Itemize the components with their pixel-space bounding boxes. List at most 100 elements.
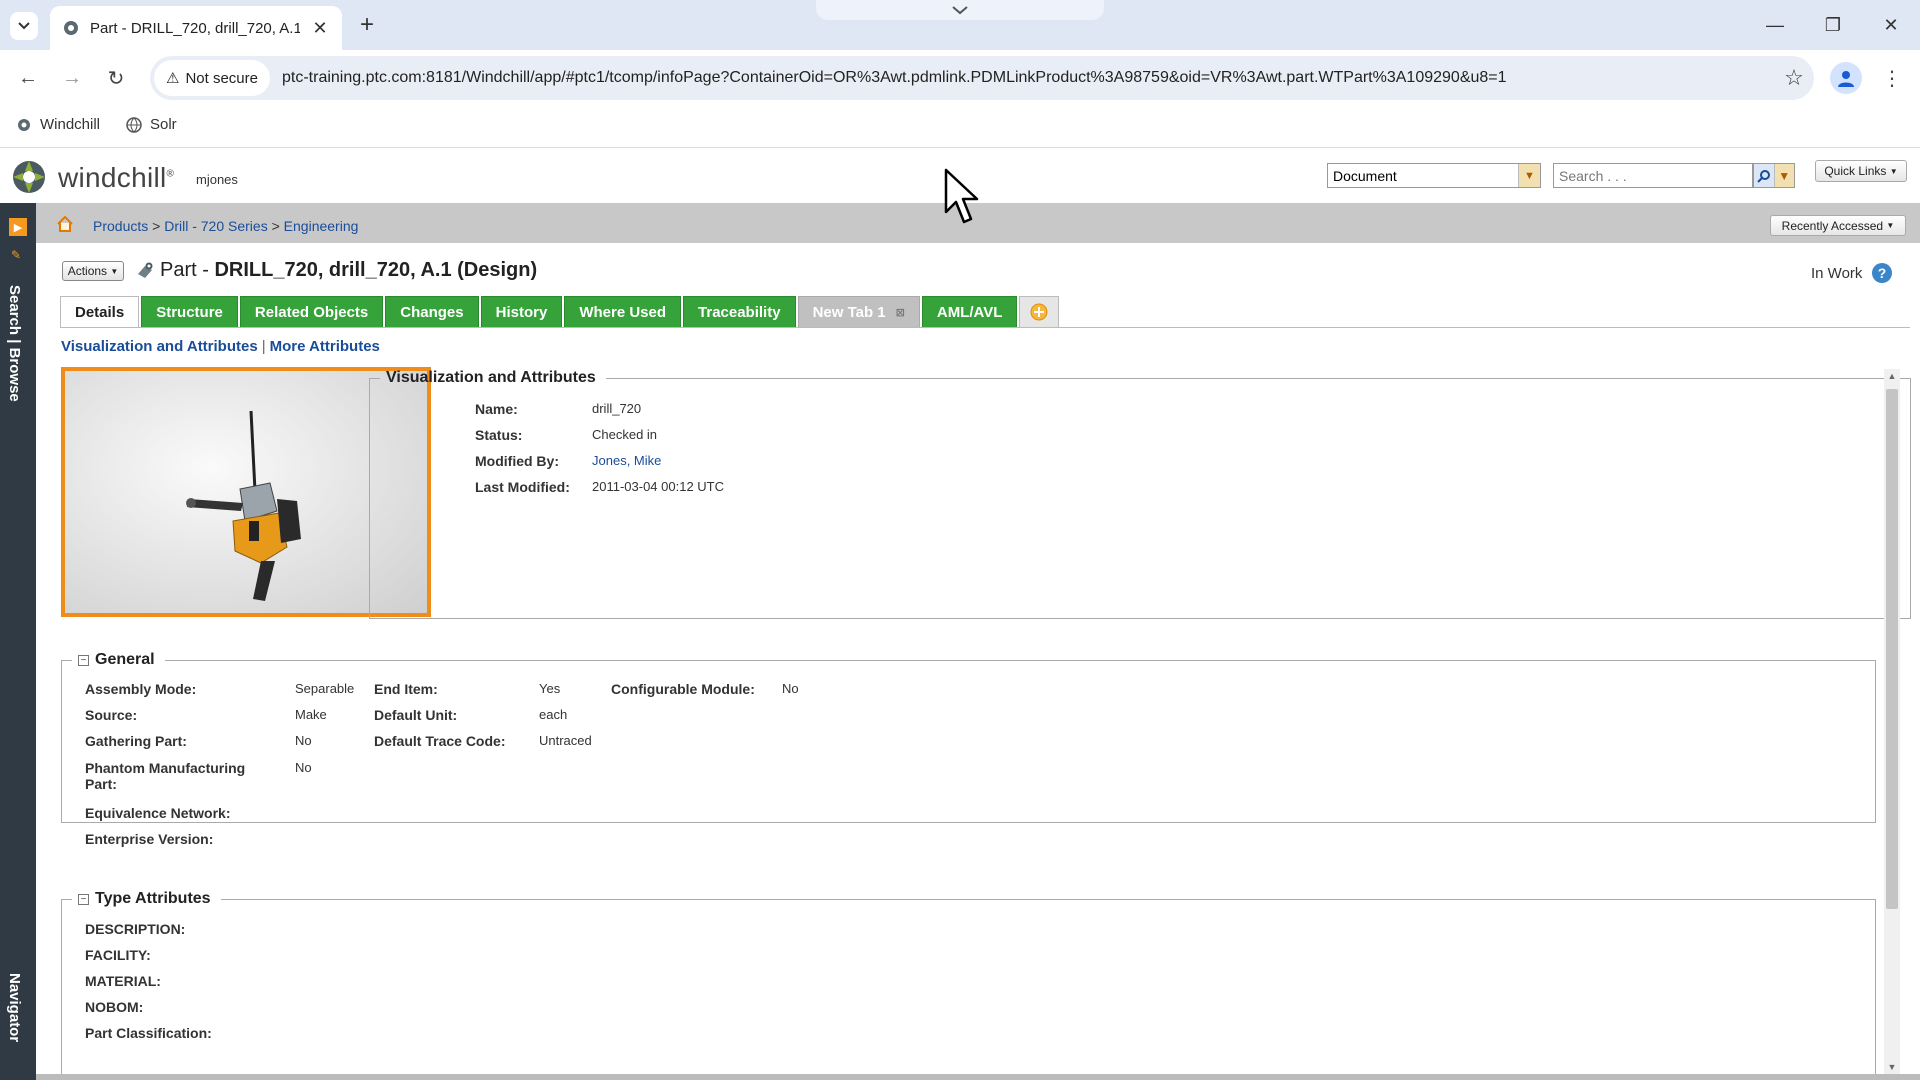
bookmark-windchill[interactable]: Windchill xyxy=(16,116,100,133)
caret-down-icon: ▼ xyxy=(1886,221,1895,230)
bookmark-label: Windchill xyxy=(40,116,101,133)
details-sublinks: Visualization and Attributes | More Attrib… xyxy=(61,338,380,355)
collapse-icon[interactable]: − xyxy=(78,893,89,905)
profile-avatar-icon[interactable] xyxy=(1830,62,1862,94)
tab-close-icon[interactable]: ✕ xyxy=(310,18,330,39)
more-attributes-link[interactable]: More Attributes xyxy=(270,338,380,355)
tab-label: Changes xyxy=(400,303,464,321)
collapse-icon[interactable]: − xyxy=(78,654,89,666)
caret-down-icon: ▼ xyxy=(110,266,119,276)
equivalence-network-label: Equivalence Network: xyxy=(85,805,231,821)
expand-navigator-icon[interactable]: ▶ xyxy=(9,218,27,236)
url-text[interactable]: ptc-training.ptc.com:8181/Windchill/app/… xyxy=(282,69,1774,87)
breadcrumb-engineering[interactable]: Engineering xyxy=(284,218,359,234)
end-item-label: End Item: xyxy=(374,681,438,697)
home-icon[interactable] xyxy=(56,215,74,233)
reload-icon[interactable]: ↻ xyxy=(100,62,132,94)
search-type-select[interactable]: Document ▼ xyxy=(1327,163,1541,188)
general-panel: − General xyxy=(61,651,1876,823)
modified-by-link[interactable]: Jones, Mike xyxy=(592,453,661,468)
part-icon xyxy=(138,262,153,278)
forward-arrow-icon[interactable]: → xyxy=(56,62,88,94)
tab-traceability[interactable]: Traceability xyxy=(683,296,796,328)
back-arrow-icon[interactable]: ← xyxy=(12,62,44,94)
tab-where-used[interactable]: Where Used xyxy=(564,296,682,328)
add-tab-button[interactable] xyxy=(1019,296,1060,328)
scrollbar-thumb[interactable] xyxy=(1886,389,1898,909)
default-trace-code-label: Default Trace Code: xyxy=(374,733,506,749)
page-title: Part - DRILL_720, drill_720, A.1 (Design… xyxy=(160,259,537,282)
close-window-icon[interactable]: ✕ xyxy=(1868,10,1914,40)
new-tab-button[interactable]: + xyxy=(352,10,382,40)
breadcrumb-drill-series[interactable]: Drill - 720 Series xyxy=(164,218,267,234)
restore-icon[interactable]: ❐ xyxy=(1810,10,1856,40)
legend-text: General xyxy=(95,651,155,668)
type-attributes-panel: − Type Attributes xyxy=(61,890,1876,1080)
close-tab-icon[interactable]: ⊠ xyxy=(896,306,905,319)
tab-label: Details xyxy=(75,303,125,321)
tab-aml-avl[interactable]: AML/AVL xyxy=(921,296,1018,328)
chevron-down-icon[interactable]: ▼ xyxy=(1518,164,1540,187)
tab-strip-dropdown[interactable] xyxy=(816,0,1104,20)
tab-structure[interactable]: Structure xyxy=(141,296,238,328)
windchill-logo-icon xyxy=(13,161,45,193)
tab-title: Part - DRILL_720, drill_720, A.1 ( xyxy=(90,19,300,37)
breadcrumb-products[interactable]: Products xyxy=(93,218,148,234)
security-chip[interactable]: ⚠ Not secure xyxy=(154,60,270,96)
default-unit-value: each xyxy=(539,707,568,722)
search-options-chevron-icon[interactable]: ▼ xyxy=(1773,164,1794,187)
bookmark-solr[interactable]: Solr xyxy=(126,116,177,133)
bookmark-star-icon[interactable]: ☆ xyxy=(1774,65,1814,91)
search-type-value: Document xyxy=(1333,167,1397,184)
caret-down-icon: ▼ xyxy=(1889,166,1898,176)
page-title-main: DRILL_720, drill_720, A.1 (Design) xyxy=(214,259,538,281)
browser-toolbar: ← → ↻ ⚠ Not secure ptc-training.ptc.com:… xyxy=(0,50,1920,106)
tab-changes[interactable]: Changes xyxy=(385,296,479,328)
tab-search-button[interactable] xyxy=(10,12,38,40)
legend-text: Type Attributes xyxy=(95,890,211,907)
phantom-part-value: No xyxy=(295,760,312,775)
brand-trademark: ® xyxy=(166,168,175,180)
tab-details[interactable]: Details xyxy=(60,296,140,328)
search-input[interactable]: Search . . . xyxy=(1553,163,1753,188)
search-placeholder: Search . . . xyxy=(1559,167,1627,184)
security-label: Not secure xyxy=(185,69,258,87)
chevron-down-icon xyxy=(18,22,30,30)
tab-new-tab-1[interactable]: New Tab 1 ⊠ xyxy=(797,296,920,328)
tab-label: Traceability xyxy=(698,303,781,321)
search-button-group: ▼ xyxy=(1753,163,1795,188)
part-info-page: Actions ▼ Part - DRILL_720, drill_720, A… xyxy=(46,253,1911,1080)
actions-menu-button[interactable]: Actions ▼ xyxy=(62,261,124,281)
mouse-cursor-icon xyxy=(944,168,979,224)
browser-tab-active[interactable]: Part - DRILL_720, drill_720, A.1 ( ✕ xyxy=(50,6,342,50)
address-bar[interactable]: ⚠ Not secure ptc-training.ptc.com:8181/W… xyxy=(150,56,1814,100)
enterprise-version-label: Enterprise Version: xyxy=(85,831,214,847)
status-label: Status: xyxy=(475,427,523,443)
tab-related-objects[interactable]: Related Objects xyxy=(239,296,384,328)
type-attributes-legend: − Type Attributes xyxy=(72,890,221,908)
general-legend: − General xyxy=(72,651,165,669)
material-label: MATERIAL: xyxy=(85,973,161,989)
actions-label: Actions xyxy=(67,264,108,278)
visualization-link[interactable]: Visualization and Attributes xyxy=(61,338,258,355)
windchill-favicon-icon xyxy=(18,118,30,131)
tab-history[interactable]: History xyxy=(480,296,563,328)
scroll-down-icon[interactable]: ▼ xyxy=(1884,1062,1900,1072)
pin-icon[interactable]: ✎ xyxy=(11,248,21,262)
brand-text: windchill xyxy=(58,162,167,193)
bottom-edge xyxy=(36,1074,1920,1080)
minimize-icon[interactable]: — xyxy=(1752,10,1798,40)
navigator-toggle[interactable]: Navigator xyxy=(6,973,23,1042)
add-circle-icon xyxy=(1030,303,1048,321)
content-scrollbar[interactable]: ▲ ▼ xyxy=(1884,369,1900,1074)
browser-menu-icon[interactable]: ⋮ xyxy=(1876,62,1908,94)
quick-links-button[interactable]: Quick Links ▼ xyxy=(1815,160,1907,182)
search-icon[interactable] xyxy=(1754,164,1774,187)
recently-accessed-button[interactable]: Recently Accessed ▼ xyxy=(1770,215,1906,236)
tab-label: History xyxy=(495,303,548,321)
search-browse-toggle[interactable]: Search | Browse xyxy=(6,285,23,402)
help-icon[interactable]: ? xyxy=(1872,263,1892,283)
scroll-up-icon[interactable]: ▲ xyxy=(1884,371,1900,381)
navigator-strip: ▶ ✎ Search | Browse Navigator xyxy=(0,203,36,1080)
phantom-part-label: Phantom Manufacturing Part: xyxy=(85,760,245,792)
